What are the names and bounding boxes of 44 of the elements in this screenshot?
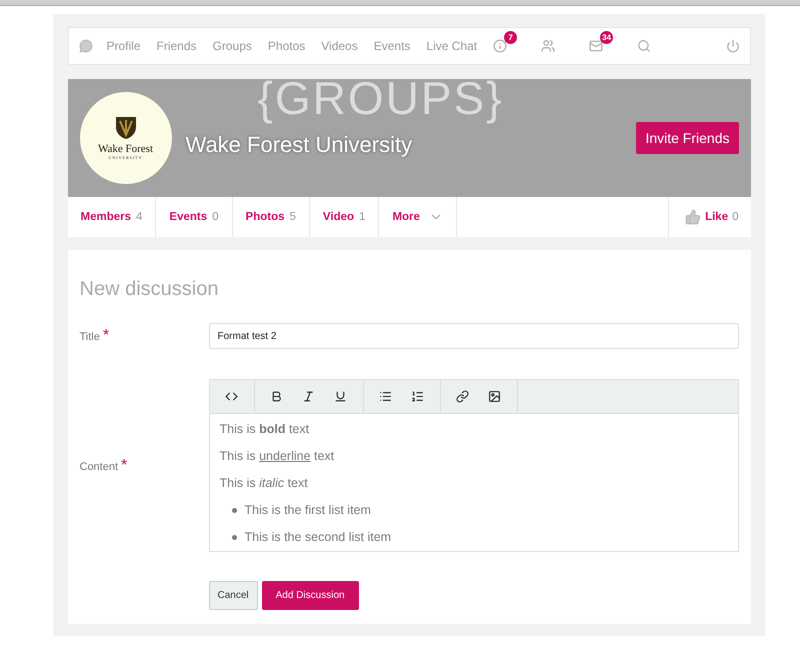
nav-link[interactable]: Photos <box>268 39 306 53</box>
add-discussion-button[interactable]: Add Discussion <box>262 581 359 610</box>
notification-badge: 7 <box>504 31 518 44</box>
required-mark: * <box>121 456 128 474</box>
banner-watermark: {GROUPS} <box>258 79 504 121</box>
logo-wordmark: Wake Forest <box>98 143 154 155</box>
required-mark: * <box>102 327 110 344</box>
like-button[interactable]: Like 0 <box>668 197 750 237</box>
notification-badge: 34 <box>600 31 614 44</box>
list-item: This is the second list item <box>232 530 728 544</box>
field-label: Content <box>80 460 118 472</box>
nav-link[interactable]: Friends <box>156 39 197 53</box>
image-icon <box>488 390 501 403</box>
nav-link[interactable]: Live Chat <box>426 39 478 53</box>
group-tab[interactable]: More <box>379 197 457 237</box>
field-label: Title <box>80 331 100 343</box>
invite-button[interactable]: Invite Friends <box>636 122 738 154</box>
link-icon <box>456 390 469 403</box>
nav-link[interactable]: Events <box>374 39 410 53</box>
numbers-icon <box>411 390 424 403</box>
code-icon <box>225 390 238 403</box>
info-icon[interactable] <box>493 39 508 53</box>
group-tab[interactable]: Events 0 <box>156 197 233 237</box>
shield-icon <box>114 116 136 140</box>
bullets-icon <box>379 390 392 403</box>
thumbs-up-icon <box>685 209 702 225</box>
content-paragraph: This is italic text <box>220 476 309 490</box>
group-tab[interactable]: Photos 5 <box>232 197 310 237</box>
italic-icon <box>302 390 315 403</box>
group-tab[interactable]: Video 1 <box>310 197 380 237</box>
content-paragraph: This is underline text <box>220 449 336 463</box>
list-item: This is the first list item <box>232 503 728 517</box>
content-paragraph: This is bold text <box>220 422 310 436</box>
title-input-field[interactable]: Format test 2 <box>208 323 738 349</box>
cancel-button[interactable]: Cancel <box>208 581 258 610</box>
nav-link[interactable]: Groups <box>212 39 252 53</box>
nav-link[interactable]: Profile <box>106 39 141 53</box>
bold-icon <box>270 390 283 403</box>
underline-icon <box>334 390 347 403</box>
group-tab[interactable]: Members 4 <box>68 197 156 237</box>
mail-icon[interactable] <box>589 39 604 53</box>
nav-link[interactable]: Videos <box>321 39 358 53</box>
group-title: Wake Forest University <box>186 132 414 158</box>
form-heading: New discussion <box>80 278 220 301</box>
